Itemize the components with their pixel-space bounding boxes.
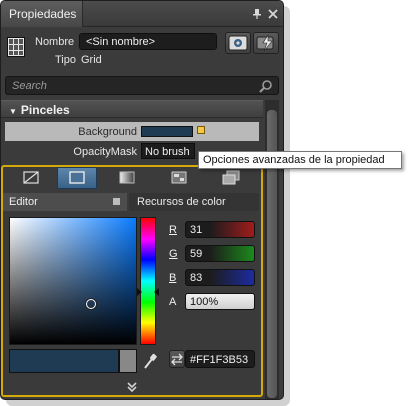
brush-type-tabs [3, 167, 259, 189]
property-tooltip: Opciones avanzadas de la propiedad [198, 151, 402, 169]
background-color-swatch[interactable] [141, 126, 193, 137]
previous-color-preview[interactable] [119, 349, 137, 373]
search-icon[interactable] [259, 79, 273, 93]
tab-color-resources[interactable]: Recursos de color [129, 193, 259, 211]
collapse-triangle-icon[interactable]: ▼ [9, 107, 17, 116]
panel-title-tab[interactable]: Propiedades [1, 1, 83, 27]
solid-brush-tab[interactable] [57, 167, 97, 189]
color-selector-ring[interactable] [86, 299, 96, 309]
property-label-background: Background [78, 126, 137, 138]
opacitymask-value[interactable]: No brush [141, 143, 195, 159]
tile-brush-tab[interactable] [159, 167, 199, 189]
properties-view-button[interactable] [225, 32, 251, 54]
vertical-scrollbar[interactable] [265, 100, 279, 399]
new-color-preview [9, 349, 119, 373]
section-header-brushes[interactable]: ▼ Pinceles [1, 100, 263, 118]
section-title: Pinceles [20, 103, 70, 117]
red-label: R [169, 224, 177, 236]
alpha-field[interactable]: 100% [185, 293, 255, 310]
gradient-brush-tab[interactable] [107, 167, 147, 189]
expand-chevron-icon[interactable] [125, 381, 139, 393]
property-label-opacitymask: OpacityMask [73, 146, 137, 158]
pin-icon[interactable] [251, 8, 263, 20]
hue-slider[interactable] [140, 217, 156, 345]
hue-slider-marker[interactable] [137, 287, 159, 296]
close-icon[interactable] [267, 8, 279, 20]
tab-editor[interactable]: Editor [3, 193, 127, 211]
properties-panel: Propiedades Nombre <Sin nombre> Tipo Gri… [0, 0, 284, 400]
green-label: G [169, 248, 178, 260]
resource-brush-tab[interactable] [211, 167, 251, 189]
blue-label: B [169, 272, 177, 284]
color-mode-toggle-button[interactable] [169, 350, 185, 368]
blue-field[interactable]: 83 [185, 269, 255, 286]
editor-subtabs: Editor Recursos de color [3, 193, 259, 211]
green-field[interactable]: 59 [185, 245, 255, 262]
name-label: Nombre [35, 36, 75, 48]
eyedropper-icon[interactable] [142, 351, 158, 371]
red-field[interactable]: 31 [185, 221, 255, 238]
advanced-options-button[interactable] [197, 126, 205, 134]
saturation-value-field[interactable] [9, 217, 137, 345]
name-field[interactable]: <Sin nombre> [79, 33, 217, 50]
no-brush-tab[interactable] [11, 167, 51, 189]
type-label: Tipo [55, 54, 76, 66]
property-row-background[interactable]: Background [5, 122, 259, 141]
hex-color-field[interactable]: #FF1F3B53 [185, 350, 255, 368]
events-view-button[interactable] [253, 32, 279, 54]
alpha-label: A [169, 296, 177, 308]
grid-element-icon [7, 37, 25, 57]
tab-menu-icon[interactable] [113, 198, 120, 205]
search-input[interactable]: Search [5, 76, 279, 95]
type-value: Grid [81, 54, 102, 66]
